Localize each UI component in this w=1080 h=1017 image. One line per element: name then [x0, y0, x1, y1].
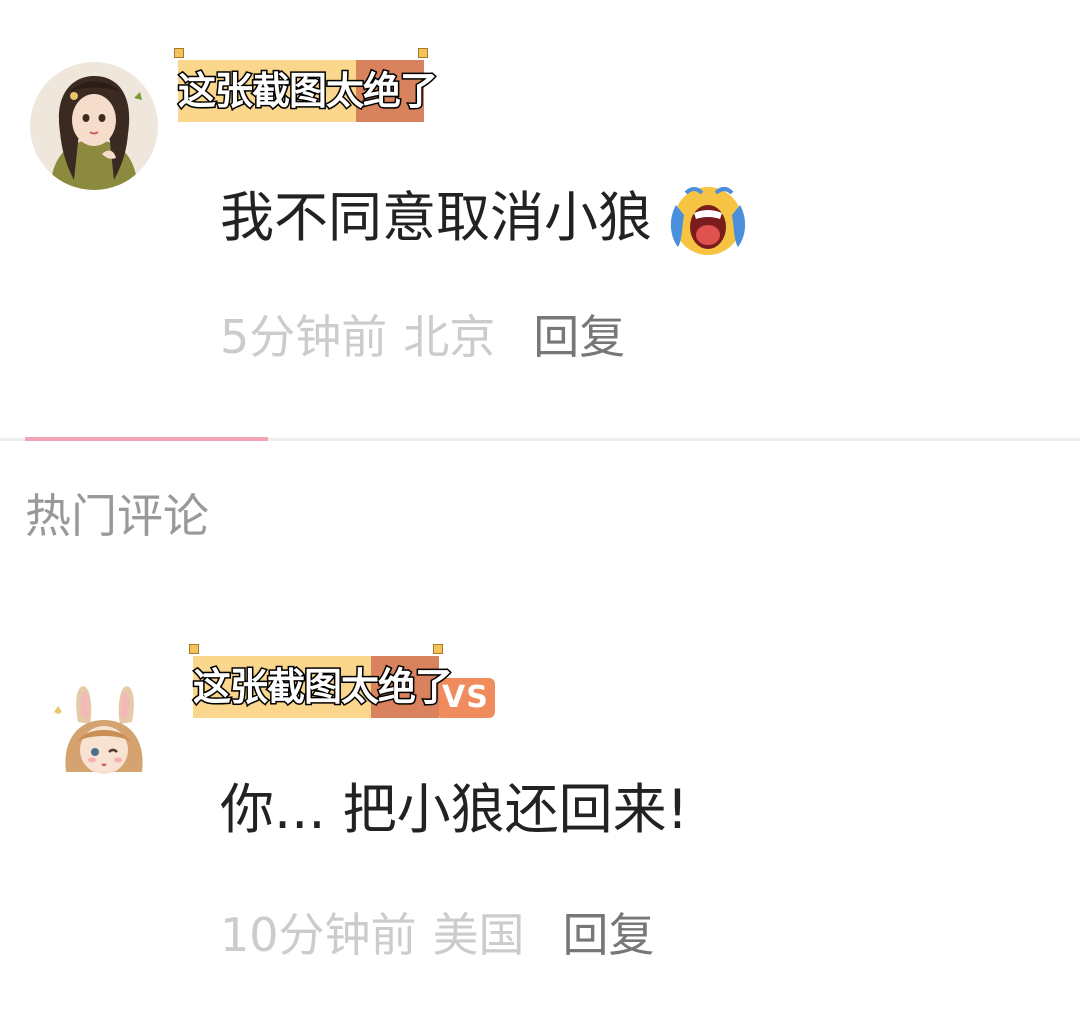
avatar-image	[30, 62, 158, 190]
comment-item: VS 这张截图太绝了 你... 把小狼还回来! 10分钟前 美国 回复	[0, 600, 1080, 1017]
reply-button[interactable]: 回复	[533, 314, 625, 360]
resize-handle[interactable]	[174, 48, 184, 58]
username-sticker: 这张截图太绝了	[174, 48, 440, 122]
reply-button[interactable]: 回复	[563, 912, 655, 958]
comment-time: 10分钟前	[220, 908, 417, 962]
overlay-caption: 这张截图太绝了	[191, 665, 454, 709]
comment-text: 你... 把小狼还回来!	[220, 778, 689, 841]
comment-meta: 5分钟前 北京 回复	[220, 314, 625, 360]
comment-item: 这张截图太绝了 我不同意取消小狼 5分钟前 北京 回复	[0, 0, 1080, 430]
comment-text: 我不同意取消小狼	[220, 186, 652, 249]
resize-handle[interactable]	[433, 644, 443, 654]
resize-handle[interactable]	[418, 48, 428, 58]
resize-handle[interactable]	[189, 644, 199, 654]
user-avatar[interactable]	[30, 62, 158, 190]
comment-meta: 10分钟前 美国 回复	[220, 912, 655, 958]
section-title: 热门评论	[25, 489, 209, 543]
comment-body: 我不同意取消小狼	[220, 175, 750, 261]
comment-location: 北京	[403, 310, 496, 364]
comment-body: 你... 把小狼还回来!	[220, 783, 688, 837]
comment-location: 美国	[432, 908, 525, 962]
divider-accent	[25, 437, 268, 441]
avatar-image	[48, 680, 160, 792]
user-avatar[interactable]	[48, 680, 160, 792]
overlay-caption: 这张截图太绝了	[176, 69, 439, 113]
comment-time: 5分钟前	[220, 310, 388, 364]
username-sticker: 这张截图太绝了	[189, 644, 455, 718]
crying-emoji-icon	[664, 175, 750, 261]
